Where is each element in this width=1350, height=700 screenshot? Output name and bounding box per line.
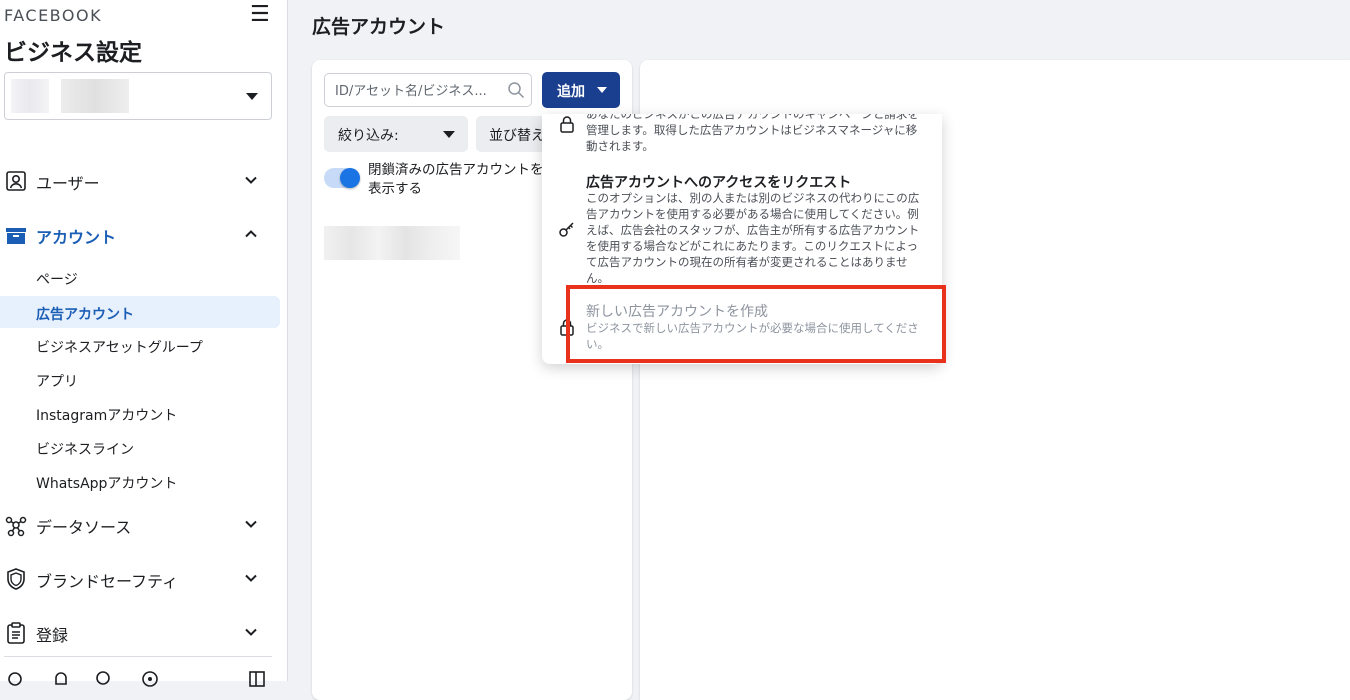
- sidebar-item-apps[interactable]: アプリ: [0, 363, 280, 395]
- search-icon: [508, 82, 525, 99]
- shield-icon: [7, 568, 25, 590]
- bell-icon[interactable]: [52, 670, 70, 688]
- nav-users[interactable]: ユーザー: [0, 165, 288, 197]
- sidebar-item-instagram[interactable]: Instagramアカウント: [0, 397, 280, 429]
- clipboard-icon: [7, 622, 25, 644]
- menu-item-request-access[interactable]: 広告アカウントへのアクセスをリクエスト このオプションは、別の人または別のビジネ…: [542, 170, 942, 288]
- chevron-down-icon: [245, 176, 257, 184]
- chevron-down-icon: [597, 87, 607, 93]
- chevron-down-icon: [245, 520, 257, 528]
- sidebar-item-label: アプリ: [36, 374, 78, 390]
- chevron-down-icon: [443, 131, 455, 138]
- highlight-box: [566, 285, 946, 363]
- sidebar-item-label: ページ: [36, 272, 78, 288]
- show-closed-toggle[interactable]: [324, 168, 360, 188]
- sidebar-item-pages[interactable]: ページ: [0, 261, 280, 293]
- sidebar-item-whatsapp[interactable]: WhatsAppアカウント: [0, 465, 280, 497]
- add-button-label: 追加: [557, 84, 585, 100]
- nav-registration[interactable]: 登録: [0, 617, 288, 649]
- chevron-up-icon: [245, 230, 257, 238]
- nav-data-sources-label: データソース: [36, 518, 132, 537]
- sidebar-item-ad-accounts[interactable]: 広告アカウント: [0, 296, 280, 328]
- gear-icon[interactable]: [6, 670, 24, 688]
- chevron-down-icon: [245, 628, 257, 636]
- business-selector[interactable]: [4, 72, 272, 120]
- facebook-brand: FACEBOOK: [4, 6, 103, 25]
- nav-accounts[interactable]: アカウント: [0, 219, 288, 251]
- nav-brand-safety[interactable]: ブランドセーフティ: [0, 563, 288, 595]
- sidebar-item-business-asset-groups[interactable]: ビジネスアセットグループ: [0, 329, 280, 361]
- filter-button[interactable]: 絞り込み:: [324, 116, 468, 152]
- chevron-down-icon: [246, 93, 258, 100]
- sort-button-label: 並び替え: [489, 128, 545, 144]
- nav-users-label: ユーザー: [36, 174, 100, 193]
- filter-button-label: 絞り込み:: [338, 128, 399, 144]
- briefcase-icon: [6, 228, 26, 244]
- nav-accounts-label: アカウント: [36, 228, 117, 247]
- lock-icon: [560, 116, 574, 133]
- sidebar-item-label: WhatsAppアカウント: [36, 476, 178, 492]
- help-icon[interactable]: [141, 670, 159, 688]
- page-heading: ビジネス設定: [4, 40, 142, 66]
- business-avatar-blurred: [11, 79, 49, 113]
- nav-registration-label: 登録: [36, 626, 69, 645]
- page-title: 広告アカウント: [312, 16, 446, 38]
- menu-item-description: あなたのビジネスがこの広告アカウントのキャンペーンと請求を管理します。取得した広…: [586, 114, 919, 153]
- sort-button[interactable]: 並び替え: [476, 116, 546, 152]
- search-icon[interactable]: [95, 670, 113, 688]
- nav-data-sources[interactable]: データソース: [0, 509, 288, 541]
- show-closed-toggle-label: 閉鎖済みの広告アカウントを表示する: [368, 162, 544, 197]
- menu-item-description: このオプションは、別の人または別のビジネスの代わりにこの広告アカウントを使用する…: [586, 191, 920, 285]
- nav-brand-safety-label: ブランドセーフティ: [36, 572, 179, 591]
- chevron-down-icon: [245, 574, 257, 582]
- add-button[interactable]: 追加: [542, 72, 620, 108]
- ad-account-row-blurred[interactable]: [324, 226, 460, 260]
- menu-item-claim-ad-account[interactable]: あなたのビジネスがこの広告アカウントのキャンペーンと請求を管理します。取得した広…: [542, 114, 942, 156]
- sidebar: FACEBOOK ☰ ビジネス設定 ユーザー アカウント ページ 広告アカウント…: [0, 0, 288, 687]
- panel-icon[interactable]: [248, 670, 266, 688]
- network-icon: [5, 516, 27, 537]
- search-box[interactable]: [324, 73, 532, 107]
- search-input[interactable]: [333, 80, 503, 102]
- menu-icon[interactable]: ☰: [250, 4, 270, 26]
- sidebar-item-label: Instagramアカウント: [36, 408, 178, 424]
- user-icon: [6, 171, 26, 191]
- key-icon: [559, 222, 574, 237]
- sidebar-item-business-lines[interactable]: ビジネスライン: [0, 431, 280, 463]
- sidebar-item-label: ビジネスライン: [36, 442, 134, 458]
- business-name-blurred: [61, 79, 129, 113]
- sidebar-item-label: ビジネスアセットグループ: [36, 340, 203, 356]
- divider: [4, 656, 272, 657]
- sidebar-item-label: 広告アカウント: [36, 307, 134, 323]
- toggle-knob: [340, 168, 360, 188]
- menu-item-title: 広告アカウントへのアクセスをリクエスト: [586, 175, 852, 191]
